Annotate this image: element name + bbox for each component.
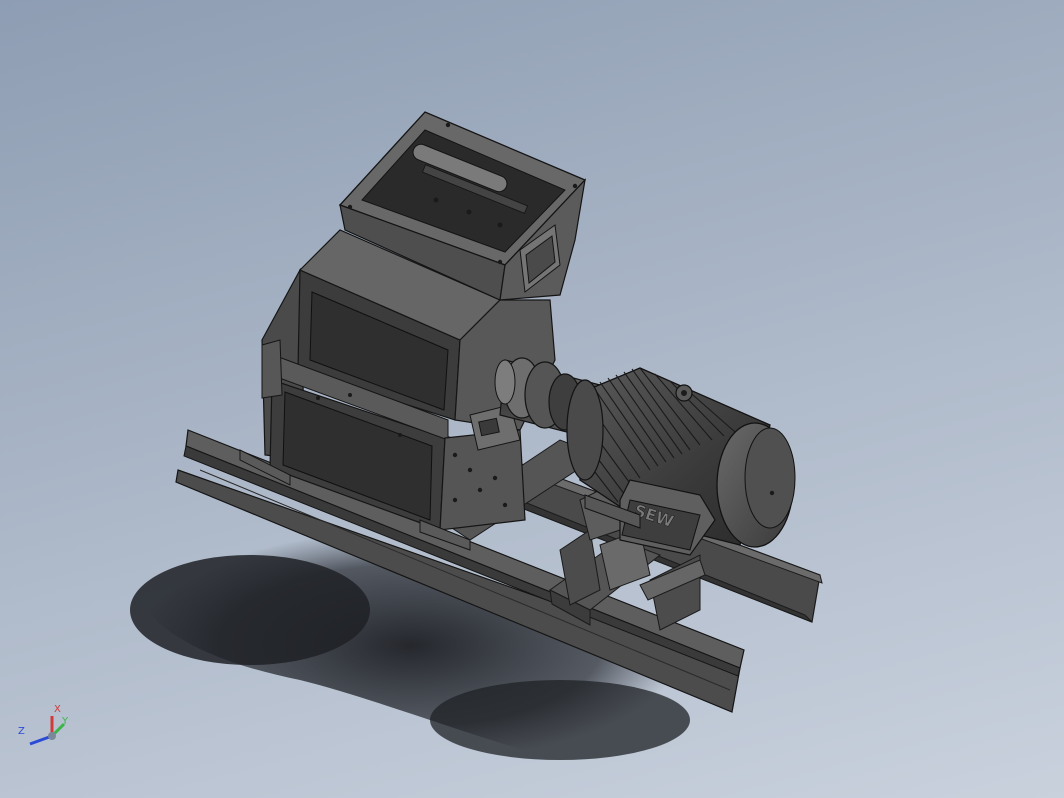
z-axis-label: Z — [18, 726, 25, 737]
y-axis-label: Y — [61, 716, 69, 727]
cad-viewport[interactable]: SEW Z X Y — [0, 0, 1064, 798]
x-axis-label: X — [54, 704, 61, 715]
orientation-triad[interactable]: Z X Y — [10, 700, 74, 754]
triad-origin — [48, 732, 56, 740]
hammer-crusher-model[interactable]: SEW — [0, 0, 1064, 798]
